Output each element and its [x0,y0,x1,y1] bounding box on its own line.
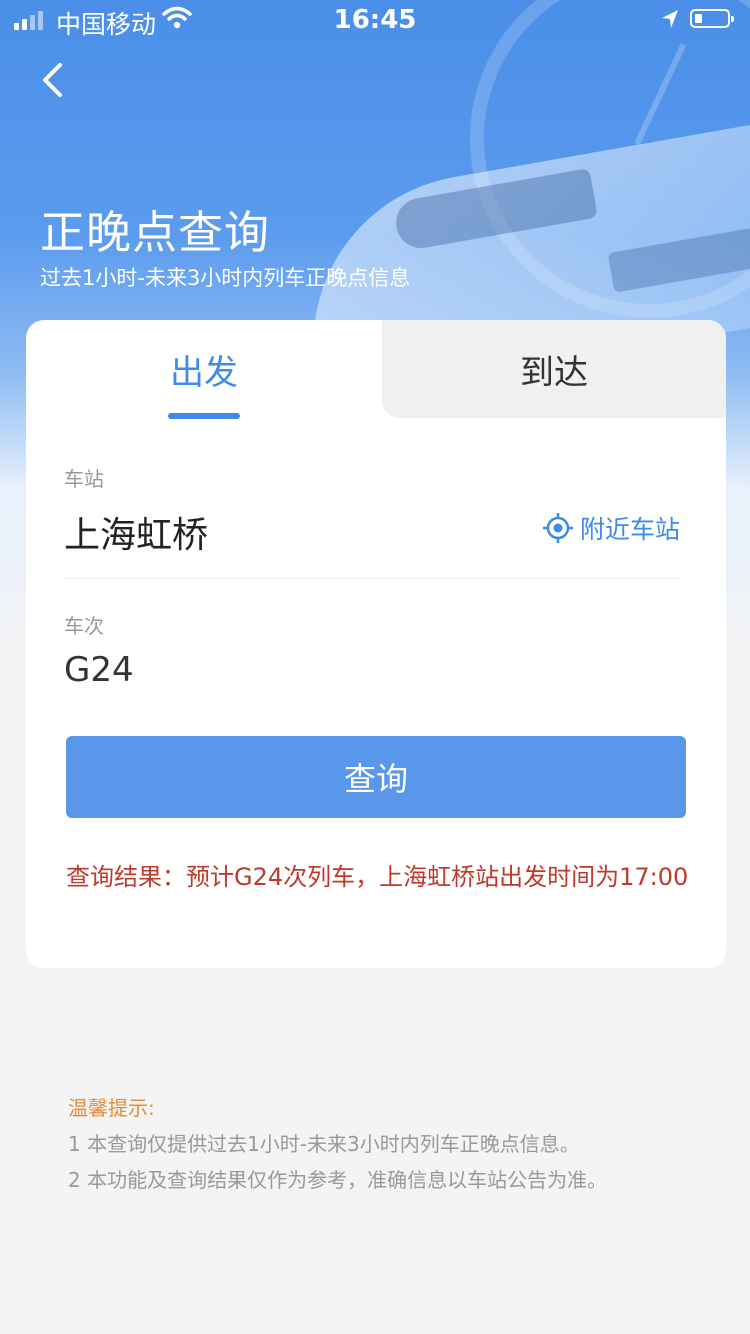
battery-icon [690,9,734,28]
station-label: 车站 [64,467,104,491]
tab-depart-label: 出发 [170,352,238,393]
station-input[interactable]: 上海虹桥 [64,506,208,558]
query-card: 出发 到达 车站 上海虹桥 附近车站 车次 G24 查询 查询结果：预计G24次… [26,320,726,968]
chevron-left-icon [43,63,62,97]
tips-title: 温馨提示: [68,1096,155,1120]
query-button[interactable]: 查询 [66,736,686,818]
tip-item: 1 本查询仅提供过去1小时-未来3小时内列车正晚点信息。 [68,1132,580,1156]
status-bar: 中国移动 16:45 [0,0,750,40]
tab-depart[interactable]: 出发 [26,320,382,418]
query-button-label: 查询 [343,760,408,798]
train-number-input[interactable]: G24 [64,650,134,690]
train-number-label: 车次 [64,614,104,638]
back-button[interactable] [30,55,80,105]
location-target-icon [543,513,573,543]
clock-time: 16:45 [333,5,417,35]
nearby-station-button[interactable]: 附近车站 [542,510,680,546]
tab-arrive-label: 到达 [520,352,588,393]
query-result-text: 查询结果：预计G24次列车，上海虹桥站出发时间为17:00 [66,863,689,891]
tab-arrive[interactable]: 到达 [382,320,726,418]
nearby-station-label: 附近车站 [580,515,681,544]
active-tab-indicator [168,413,240,419]
page-title: 正晚点查询 [40,206,271,259]
tip-item: 2 本功能及查询结果仅作为参考，准确信息以车站公告为准。 [68,1168,608,1192]
divider [64,578,680,579]
page-subtitle: 过去1小时-未来3小时内列车正晚点信息 [40,266,411,290]
location-arrow-icon [662,10,678,28]
